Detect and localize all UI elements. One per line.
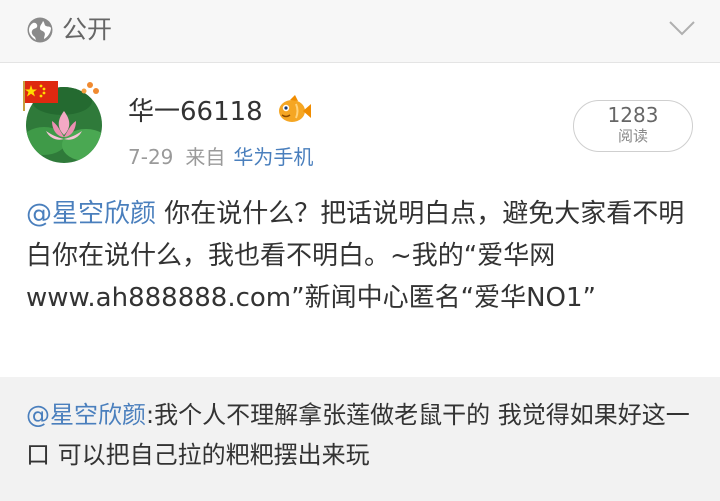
repost-body: @星空欣颜:我个人不理解拿张莲做老鼠干的 我觉得如果好这一口 可以把自己拉的粑粑… xyxy=(26,395,698,475)
avatar[interactable] xyxy=(22,81,106,165)
visibility-header[interactable]: 公开 xyxy=(0,0,720,62)
post-meta: 7-29 来自 华为手机 xyxy=(128,143,313,171)
read-count: 1283 xyxy=(607,103,659,127)
username[interactable]: 华一66118 xyxy=(128,95,263,129)
repost-mention-link[interactable]: @星空欣颜 xyxy=(26,401,146,429)
globe-icon xyxy=(27,17,53,43)
post-date: 7-29 xyxy=(128,145,174,169)
post-card: 华一66118 7-29 来自 华为手机 1283 阅读 @星空欣颜 你在说什么？把… xyxy=(0,63,720,377)
post-source-link[interactable]: 华为手机 xyxy=(233,145,313,169)
visibility-label: 公开 xyxy=(62,15,113,44)
quoted-repost[interactable]: @星空欣颜:我个人不理解拿张莲做老鼠干的 我觉得如果好这一口 可以把自己拉的粑粑… xyxy=(0,377,720,501)
read-label: 阅读 xyxy=(617,127,648,145)
chevron-down-icon[interactable] xyxy=(668,18,696,38)
fish-badge-icon xyxy=(279,95,311,122)
from-label: 来自 xyxy=(185,145,226,169)
post-body: @星空欣颜 你在说什么？把话说明白点，避免大家看不明白你在说什么，我也看不明白。… xyxy=(26,193,698,319)
read-count-badge: 1283 阅读 xyxy=(573,100,693,152)
mention-link[interactable]: @星空欣颜 xyxy=(26,199,156,229)
